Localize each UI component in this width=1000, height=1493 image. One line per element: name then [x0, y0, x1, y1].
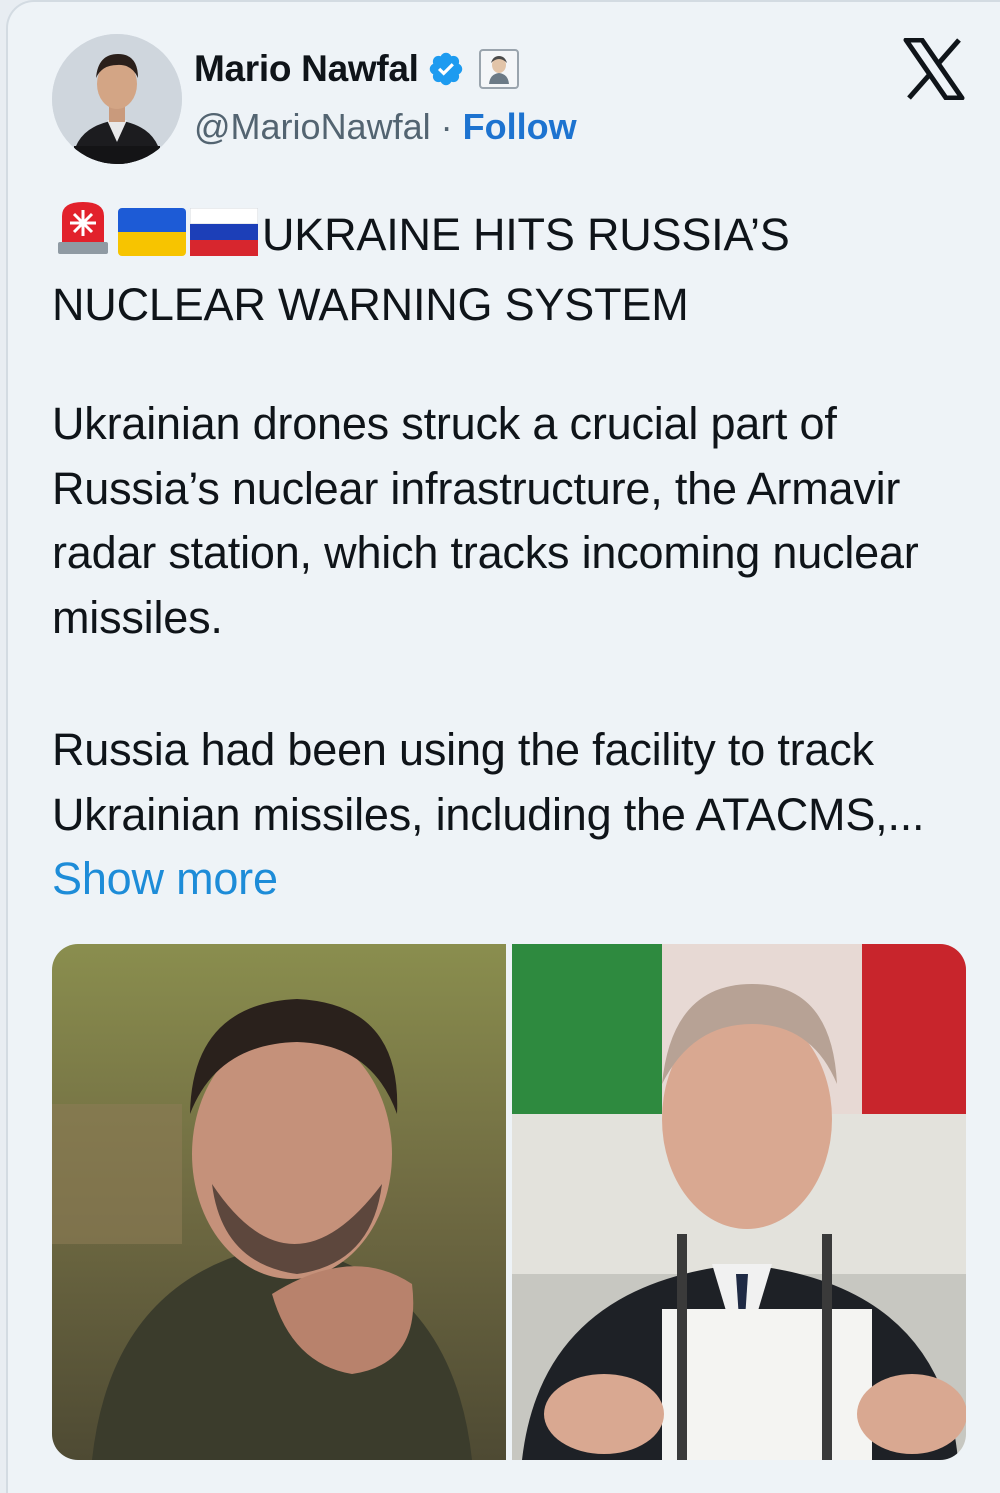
automated-account-label-icon[interactable] — [478, 49, 519, 89]
author-handle[interactable]: @MarioNawfal — [194, 106, 431, 147]
follow-button[interactable]: Follow — [463, 106, 577, 147]
paragraph-2-text: Russia had been using the facility to tr… — [52, 724, 925, 840]
avatar-image — [52, 34, 182, 164]
post-paragraph-1: Ukrainian drones struck a crucial part o… — [52, 398, 919, 643]
rotating-light-emoji — [52, 198, 114, 273]
post-headline: UKRAINE HITS RUSSIA’S NUCLEAR WARNING SY… — [52, 198, 952, 337]
photo-left-image — [52, 944, 506, 1460]
tweet-card: Mario Nawfal @MarioNawfal · Follow UKRAI… — [6, 0, 1000, 1493]
x-logo-icon[interactable] — [902, 38, 966, 100]
photo-left[interactable] — [52, 944, 506, 1460]
headline-line-2: NUCLEAR WARNING SYSTEM — [52, 279, 689, 330]
separator: · — [430, 106, 463, 147]
ukraine-flag-emoji — [118, 208, 186, 273]
verified-badge-icon — [429, 52, 462, 86]
photo-right[interactable] — [512, 944, 966, 1460]
media-grid — [52, 944, 966, 1460]
handle-row: @MarioNawfal · Follow — [194, 106, 577, 148]
headline-line-1: UKRAINE HITS RUSSIA’S — [262, 209, 790, 260]
photo-right-image — [512, 944, 966, 1460]
avatar[interactable] — [52, 34, 182, 164]
show-more-link[interactable]: Show more — [52, 853, 278, 904]
russia-flag-emoji — [189, 207, 259, 273]
author-name[interactable]: Mario Nawfal — [194, 48, 419, 90]
author-row: Mario Nawfal — [194, 48, 519, 90]
post-paragraph-2: Russia had been using the facility to tr… — [52, 718, 972, 912]
